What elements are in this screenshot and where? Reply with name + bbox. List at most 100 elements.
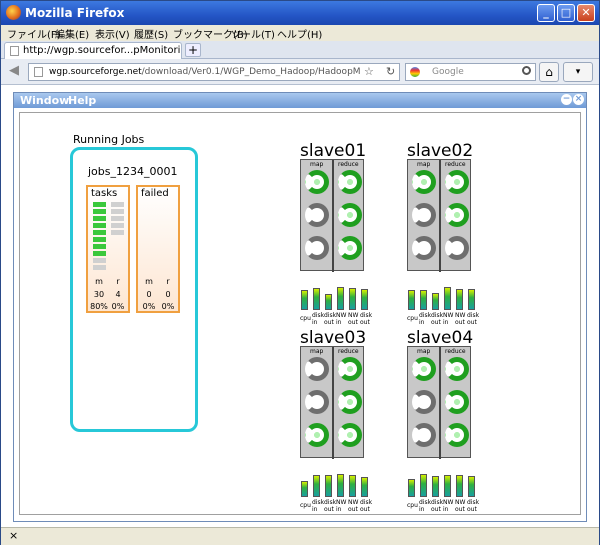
google-icon <box>410 67 420 77</box>
reduce-task-block <box>111 209 124 214</box>
tasks-m-percent: 80% <box>90 302 108 311</box>
search-bar[interactable]: Google <box>405 63 536 81</box>
metric-bar <box>301 290 308 310</box>
metric-label-bottom: out <box>324 319 334 326</box>
map-task-block <box>93 251 106 256</box>
metric-label-bottom: in <box>419 319 425 326</box>
reduce-task-block <box>111 223 124 228</box>
menu-view[interactable]: 表示(V) <box>95 26 130 41</box>
close-button[interactable]: ✕ <box>577 4 595 22</box>
map-slot-icon <box>305 236 329 260</box>
metric-label-bottom: out <box>455 319 465 326</box>
tasks-r-label: r <box>116 277 120 286</box>
metric-bar <box>420 290 427 310</box>
new-tab-button[interactable]: + <box>185 43 201 57</box>
metric-bar <box>301 481 308 497</box>
metric-bar <box>325 294 332 310</box>
app-menu-help[interactable]: Help <box>68 94 96 107</box>
metric-label-bottom: cpu <box>407 502 418 509</box>
metric-bar <box>313 288 320 310</box>
metric-bar <box>432 293 439 310</box>
map-slot-icon <box>412 357 436 381</box>
map-slot-icon <box>412 390 436 414</box>
metric-label-bottom: out <box>431 319 441 326</box>
menu-help[interactable]: ヘルプ(H) <box>277 26 322 41</box>
map-task-block <box>93 230 106 235</box>
map-label: map <box>310 161 324 168</box>
metric-bar <box>408 479 415 497</box>
reduce-task-block <box>111 202 124 207</box>
node-name: slave02 <box>407 141 474 161</box>
metric-label-bottom: cpu <box>300 315 311 322</box>
tasks-r-count: 4 <box>115 290 121 299</box>
slot-panel: map reduce <box>407 346 471 459</box>
metric-bar <box>361 289 368 310</box>
tasks-m-label: m <box>95 277 103 286</box>
reduce-slot-icon <box>445 390 469 414</box>
metric-bar <box>349 475 356 497</box>
map-slot-icon <box>305 170 329 194</box>
tasks-header: tasks <box>91 188 118 199</box>
slot-panel: map reduce <box>300 159 364 272</box>
metric-bars <box>301 282 371 310</box>
reduce-slot-icon <box>445 423 469 447</box>
app-menu-bar: Window Help − × <box>14 93 586 108</box>
home-button[interactable]: ⌂ <box>539 62 559 82</box>
metric-bar <box>337 474 344 497</box>
app-frame: Window Help − × Running Jobs jobs_1234_0… <box>13 92 587 522</box>
metric-bar <box>444 287 451 310</box>
star-icon[interactable]: ☆ <box>364 65 374 78</box>
reduce-slot-icon <box>338 170 362 194</box>
minimize-button[interactable]: _ <box>537 4 555 22</box>
metric-label-bottom: out <box>360 319 370 326</box>
tab-label: http://wgp.sourcefor...pMonitoringDemo.h… <box>23 45 181 56</box>
minimize-icon[interactable]: − <box>561 94 572 105</box>
failed-r-percent: 0% <box>161 302 175 311</box>
metric-label-bottom: out <box>360 506 370 513</box>
map-task-block <box>93 202 106 207</box>
reduce-slot-icon <box>445 203 469 227</box>
map-slot-icon <box>305 423 329 447</box>
metric-label-bottom: in <box>336 319 342 326</box>
menu-edit[interactable]: 編集(E) <box>55 26 89 41</box>
failed-r-count: 0 <box>165 290 171 299</box>
metric-bar <box>361 477 368 497</box>
map-task-block <box>93 216 106 221</box>
metric-bar <box>456 289 463 310</box>
metric-label-bottom: out <box>348 319 358 326</box>
failed-r-label: r <box>166 277 170 286</box>
map-task-block <box>93 244 106 249</box>
maximize-button[interactable]: □ <box>557 4 575 22</box>
menu-history[interactable]: 履歴(S) <box>134 26 168 41</box>
back-button[interactable]: ◀ <box>7 63 21 81</box>
reduce-label: reduce <box>338 161 359 168</box>
node-name: slave03 <box>300 328 367 348</box>
app-menu-window[interactable]: Window <box>20 94 69 107</box>
metric-bars <box>408 469 478 497</box>
close-findbar-icon[interactable]: × <box>9 529 18 542</box>
reload-icon[interactable]: ↻ <box>386 65 395 78</box>
url-path: /download/Ver0.1/WGP_Demo_Hadoop/HadoopM… <box>141 67 361 77</box>
metric-label-bottom: cpu <box>300 502 311 509</box>
window-title: Mozilla Firefox <box>25 6 125 20</box>
metric-bar <box>468 289 475 310</box>
map-slot-icon <box>412 236 436 260</box>
menu-tools[interactable]: ツール(T) <box>231 26 275 41</box>
close-icon[interactable]: × <box>573 94 584 105</box>
job-panel[interactable]: jobs_1234_0001 tasks m r 30 4 80% 0% fai… <box>70 147 198 432</box>
metric-label-bottom: out <box>467 319 477 326</box>
tab-hadoop-demo[interactable]: http://wgp.sourcefor...pMonitoringDemo.h… <box>4 42 182 59</box>
status-bar: × <box>1 527 599 545</box>
map-task-block <box>93 209 106 214</box>
navigation-bar: ◀ wgp.sourceforge.net/download/Ver0.1/WG… <box>1 59 599 85</box>
menu-file[interactable]: ファイル(F) <box>7 26 61 41</box>
reduce-task-block <box>111 230 124 235</box>
tasks-m-count: 30 <box>93 290 105 299</box>
url-bar[interactable]: wgp.sourceforge.net/download/Ver0.1/WGP_… <box>28 63 400 81</box>
title-bar: Mozilla Firefox _ □ ✕ <box>1 1 599 25</box>
metric-bar <box>337 287 344 310</box>
addon-button[interactable]: ▾ <box>563 62 593 82</box>
metric-bar <box>325 475 332 497</box>
search-icon[interactable] <box>522 66 531 75</box>
metric-label-bottom: out <box>431 506 441 513</box>
